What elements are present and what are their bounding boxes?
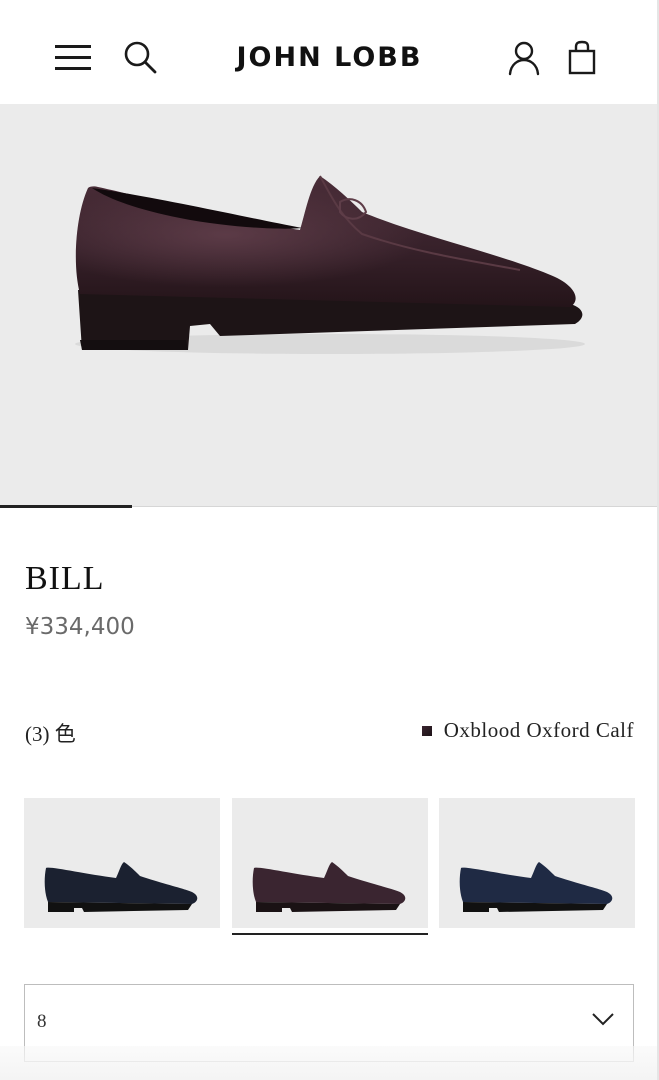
menu-icon <box>55 45 91 70</box>
search-icon <box>124 41 157 74</box>
product-price: ¥334,400 <box>25 614 135 640</box>
loafer-thumbnail <box>44 862 198 912</box>
color-option-oxblood[interactable] <box>232 798 428 928</box>
user-icon <box>508 41 540 76</box>
loafer-thumbnail <box>252 862 406 912</box>
shopping-bag-icon <box>568 40 596 75</box>
carousel-progress-indicator <box>0 505 132 508</box>
selected-color-name: Oxblood Oxford Calf <box>443 718 634 742</box>
color-count-label: (3) 色 <box>25 722 76 746</box>
account-button[interactable] <box>504 38 544 78</box>
loafer-image <box>75 175 585 354</box>
brand-logo[interactable]: JOHN LOBB <box>200 38 459 78</box>
color-option-blue[interactable] <box>439 798 635 928</box>
selected-color-indicator <box>232 933 428 935</box>
size-value: 8 <box>37 1011 47 1032</box>
site-header: JOHN LOBB <box>0 0 659 104</box>
selected-color: Oxblood Oxford Calf <box>421 718 634 743</box>
cart-button[interactable] <box>562 38 602 78</box>
loafer-thumbnail <box>459 862 613 912</box>
color-option-navy[interactable] <box>24 798 220 928</box>
search-button[interactable] <box>120 38 160 76</box>
chevron-down-icon <box>592 1013 614 1026</box>
product-hero-image[interactable] <box>0 104 659 507</box>
product-title: BILL <box>25 560 105 597</box>
bottom-overlay <box>0 1046 659 1080</box>
color-swatch-icon <box>421 725 432 736</box>
menu-button[interactable] <box>54 40 94 74</box>
